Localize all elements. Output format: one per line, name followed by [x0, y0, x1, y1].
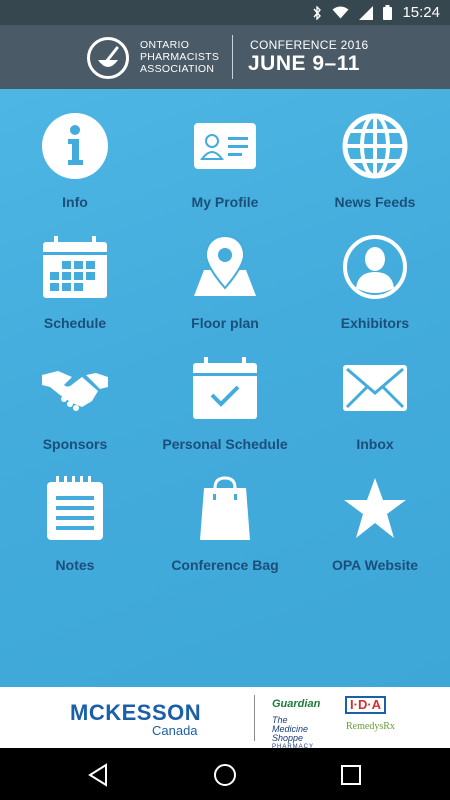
org-name: ONTARIO PHARMACISTS ASSOCIATION [140, 39, 219, 75]
handshake-icon [42, 371, 108, 411]
header-divider [232, 35, 233, 79]
mckesson-subtitle: Canada [152, 723, 198, 738]
menu-item-my-profile[interactable]: My Profile [150, 89, 300, 210]
globe-icon [342, 113, 408, 179]
org-name-line: PHARMACISTS [140, 51, 220, 63]
menu-label: Personal Schedule [162, 436, 288, 452]
menu-label: Conference Bag [171, 557, 279, 573]
status-bar: 15:24 [0, 0, 450, 25]
calendar-icon [43, 236, 107, 298]
notepad-icon [47, 476, 103, 540]
org-name-line: ONTARIO [140, 39, 190, 51]
menu-item-notes[interactable]: Notes [0, 452, 150, 573]
info-icon [42, 113, 108, 179]
medicine-shoppe-line: Shoppe [272, 733, 304, 743]
medicine-shoppe-logo: The Medicine Shoppe PHARMACY [272, 716, 314, 752]
menu-label: Floor plan [191, 315, 259, 331]
menu-item-floor-plan[interactable]: Floor plan [150, 210, 300, 331]
back-icon[interactable] [86, 762, 112, 788]
shopping-bag-icon [200, 476, 250, 540]
bluetooth-icon [313, 5, 322, 20]
battery-icon [383, 5, 393, 20]
signal-icon [359, 5, 374, 20]
remedys-logo: RemedysRx [346, 721, 395, 732]
org-name-line: ASSOCIATION [140, 63, 215, 75]
menu-item-conference-bag[interactable]: Conference Bag [150, 452, 300, 573]
person-icon [343, 235, 407, 299]
clock: 15:24 [402, 4, 440, 21]
guardian-logo: Guardian [272, 698, 321, 710]
menu-item-opa-website[interactable]: OPA Website [300, 452, 450, 573]
menu-item-schedule[interactable]: Schedule [0, 210, 150, 331]
menu-item-news-feeds[interactable]: News Feeds [300, 89, 450, 210]
wifi-icon [332, 6, 349, 19]
menu-item-personal-schedule[interactable]: Personal Schedule [150, 331, 300, 452]
home-icon[interactable] [212, 762, 238, 788]
ida-logo: I·D·A [345, 696, 387, 714]
menu-label: Notes [55, 557, 95, 573]
menu-item-inbox[interactable]: Inbox [300, 331, 450, 452]
menu-item-exhibitors[interactable]: Exhibitors [300, 210, 450, 331]
menu-label: News Feeds [334, 194, 416, 210]
app-header: ONTARIO PHARMACISTS ASSOCIATION CONFEREN… [0, 25, 450, 89]
sponsor-divider [254, 695, 255, 741]
opa-logo-icon [87, 37, 129, 79]
profile-card-icon [194, 123, 256, 169]
star-icon [344, 478, 406, 538]
menu-label: Inbox [356, 436, 394, 452]
sponsor-banner[interactable]: MCKESSON Canada Guardian I·D·A The Medic… [0, 687, 450, 750]
recents-icon[interactable] [338, 762, 364, 788]
menu-item-info[interactable]: Info [0, 89, 150, 210]
menu-label: My Profile [191, 194, 259, 210]
conference-label: CONFERENCE 2016 [250, 38, 369, 52]
menu-label: Sponsors [42, 436, 108, 452]
conference-date: JUNE 9–11 [248, 52, 360, 75]
menu-label: OPA Website [331, 557, 419, 573]
menu-item-sponsors[interactable]: Sponsors [0, 331, 150, 452]
menu-label: Exhibitors [340, 315, 410, 331]
map-pin-icon [194, 234, 256, 296]
menu-grid: Info My Profile News Feeds Schedule Floo… [0, 89, 450, 687]
menu-label: Schedule [43, 315, 107, 331]
menu-label: Info [62, 194, 88, 210]
envelope-icon [343, 365, 407, 411]
system-nav-bar [0, 748, 450, 800]
calendar-check-icon [193, 357, 257, 419]
